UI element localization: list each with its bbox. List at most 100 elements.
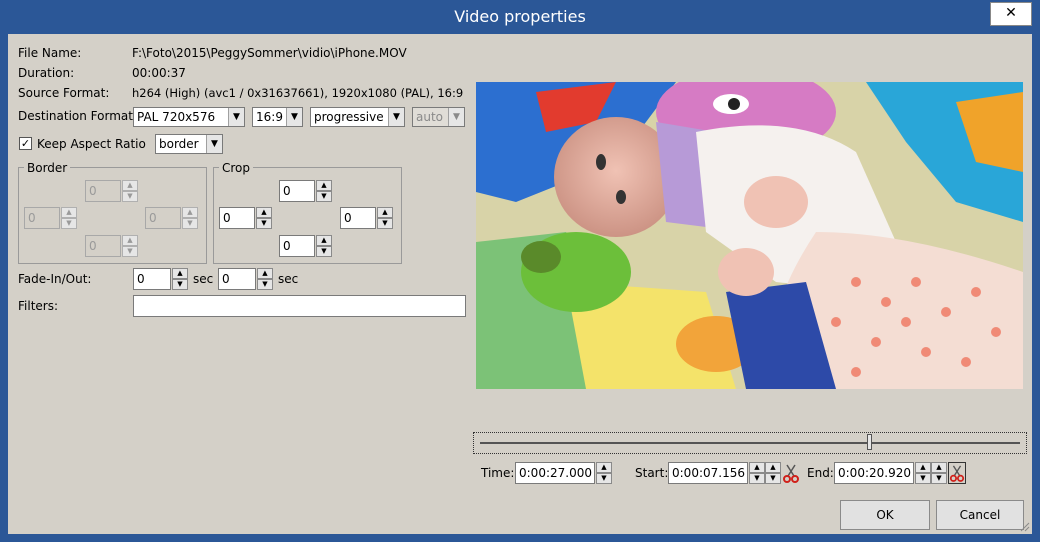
destination-format-label: Destination Format:: [18, 109, 138, 123]
destination-format-value: PAL 720x576: [137, 110, 216, 124]
slider-track-line: [480, 442, 1020, 444]
time-value[interactable]: 0:00:27.000: [515, 462, 595, 484]
fade-in-unit: sec: [193, 272, 214, 286]
arrow-down-icon: ▼: [122, 246, 138, 257]
arrow-down-icon[interactable]: ▼: [596, 473, 612, 484]
start-label: Start:: [635, 466, 669, 480]
border-top-value: 0: [85, 180, 121, 202]
source-format-value: h264 (High) (avc1 / 0x31637661), 1920x10…: [132, 86, 464, 100]
fade-out-value[interactable]: 0: [218, 268, 256, 290]
arrow-down-icon[interactable]: ▼: [931, 473, 947, 484]
scissors-icon[interactable]: [948, 462, 966, 484]
scan-value: progressive: [314, 110, 384, 124]
chevron-down-icon: ▼: [228, 108, 244, 126]
end-spinner[interactable]: 0:00:20.920 ▲ ▼ ▲ ▼: [834, 462, 947, 484]
filters-label: Filters:: [18, 299, 59, 313]
arrow-down-icon: ▼: [122, 191, 138, 202]
close-button[interactable]: ✕: [990, 2, 1032, 26]
aspect-select[interactable]: 16:9 ▼: [252, 107, 303, 127]
crop-bottom-value[interactable]: 0: [279, 235, 315, 257]
destination-format-select[interactable]: PAL 720x576 ▼: [133, 107, 245, 127]
aspect-mode-select[interactable]: border ▼: [155, 134, 223, 154]
start-value[interactable]: 0:00:07.156: [668, 462, 748, 484]
close-icon: ✕: [1005, 5, 1017, 21]
source-format-label: Source Format:: [18, 86, 110, 100]
window-title: Video properties: [454, 7, 586, 26]
title-bar: Video properties: [0, 0, 1040, 34]
duration-value: 00:00:37: [132, 66, 186, 80]
crop-top-value[interactable]: 0: [279, 180, 315, 202]
fade-label: Fade-In/Out:: [18, 272, 92, 286]
arrow-up-icon: ▲: [122, 180, 138, 191]
duration-label: Duration:: [18, 66, 75, 80]
arrow-up-icon: ▲: [61, 207, 77, 218]
border-left-value: 0: [24, 207, 60, 229]
timeline-slider[interactable]: [473, 432, 1027, 454]
resize-grip-icon[interactable]: [1018, 520, 1030, 532]
arrow-up-icon[interactable]: ▲: [765, 462, 781, 473]
arrow-down-icon[interactable]: ▼: [316, 191, 332, 202]
crop-left-spinner[interactable]: 0 ▲ ▼: [219, 207, 275, 229]
arrow-up-icon[interactable]: ▲: [596, 462, 612, 473]
arrow-down-icon[interactable]: ▼: [765, 473, 781, 484]
chevron-down-icon: ▼: [206, 135, 222, 153]
aspect-value: 16:9: [256, 110, 283, 124]
scan-select[interactable]: progressive ▼: [310, 107, 405, 127]
end-label: End:: [807, 466, 834, 480]
start-spinner[interactable]: 0:00:07.156 ▲ ▼ ▲ ▼: [668, 462, 781, 484]
end-value[interactable]: 0:00:20.920: [834, 462, 914, 484]
fade-in-value[interactable]: 0: [133, 268, 171, 290]
crop-left-value[interactable]: 0: [219, 207, 255, 229]
arrow-down-icon[interactable]: ▼: [915, 473, 931, 484]
arrow-down-icon[interactable]: ▼: [316, 246, 332, 257]
arrow-up-icon[interactable]: ▲: [749, 462, 765, 473]
arrow-up-icon[interactable]: ▲: [931, 462, 947, 473]
video-frame-image: [476, 82, 1023, 389]
file-name-label: File Name:: [18, 46, 82, 60]
scissors-icon[interactable]: [782, 462, 800, 484]
field-order-select: auto ▼: [412, 107, 465, 127]
arrow-up-icon[interactable]: ▲: [377, 207, 393, 218]
border-right-value: 0: [145, 207, 181, 229]
video-properties-window: Video properties ✕ File Name: F:\Foto\20…: [0, 0, 1040, 542]
border-top-spinner: 0 ▲ ▼: [85, 180, 141, 202]
border-bottom-spinner: 0 ▲ ▼: [85, 235, 141, 257]
ok-button[interactable]: OK: [840, 500, 930, 530]
arrow-down-icon: ▼: [61, 218, 77, 229]
slider-thumb[interactable]: [866, 434, 872, 450]
fade-out-spinner[interactable]: 0 ▲ ▼: [218, 268, 276, 290]
arrow-down-icon[interactable]: ▼: [256, 218, 272, 229]
border-right-spinner: 0 ▲ ▼: [145, 207, 201, 229]
arrow-down-icon[interactable]: ▼: [377, 218, 393, 229]
cancel-button[interactable]: Cancel: [936, 500, 1024, 530]
check-icon: ✓: [20, 137, 31, 150]
arrow-up-icon: ▲: [182, 207, 198, 218]
crop-bottom-spinner[interactable]: 0 ▲ ▼: [279, 235, 335, 257]
keep-aspect-checkbox[interactable]: ✓: [19, 137, 32, 150]
arrow-up-icon[interactable]: ▲: [316, 180, 332, 191]
crop-group-title: Crop: [219, 161, 254, 175]
arrow-up-icon[interactable]: ▲: [172, 268, 188, 279]
arrow-down-icon[interactable]: ▼: [172, 279, 188, 290]
dialog-client-area: File Name: F:\Foto\2015\PeggySommer\vidi…: [8, 34, 1032, 534]
arrow-up-icon[interactable]: ▲: [256, 207, 272, 218]
crop-top-spinner[interactable]: 0 ▲ ▼: [279, 180, 335, 202]
filters-input[interactable]: [133, 295, 466, 317]
arrow-up-icon[interactable]: ▲: [915, 462, 931, 473]
time-spinner[interactable]: 0:00:27.000 ▲ ▼: [515, 462, 613, 484]
border-group-title: Border: [24, 161, 71, 175]
arrow-up-icon[interactable]: ▲: [316, 235, 332, 246]
fade-out-unit: sec: [278, 272, 299, 286]
aspect-mode-value: border: [159, 137, 199, 151]
crop-right-spinner[interactable]: 0 ▲ ▼: [340, 207, 396, 229]
crop-right-value[interactable]: 0: [340, 207, 376, 229]
arrow-down-icon[interactable]: ▼: [749, 473, 765, 484]
arrow-up-icon: ▲: [122, 235, 138, 246]
keep-aspect-label: Keep Aspect Ratio: [37, 137, 146, 151]
chevron-down-icon: ▼: [448, 108, 464, 126]
fade-in-spinner[interactable]: 0 ▲ ▼: [133, 268, 191, 290]
arrow-down-icon: ▼: [182, 218, 198, 229]
video-preview: [476, 82, 1023, 389]
arrow-up-icon[interactable]: ▲: [257, 268, 273, 279]
arrow-down-icon[interactable]: ▼: [257, 279, 273, 290]
